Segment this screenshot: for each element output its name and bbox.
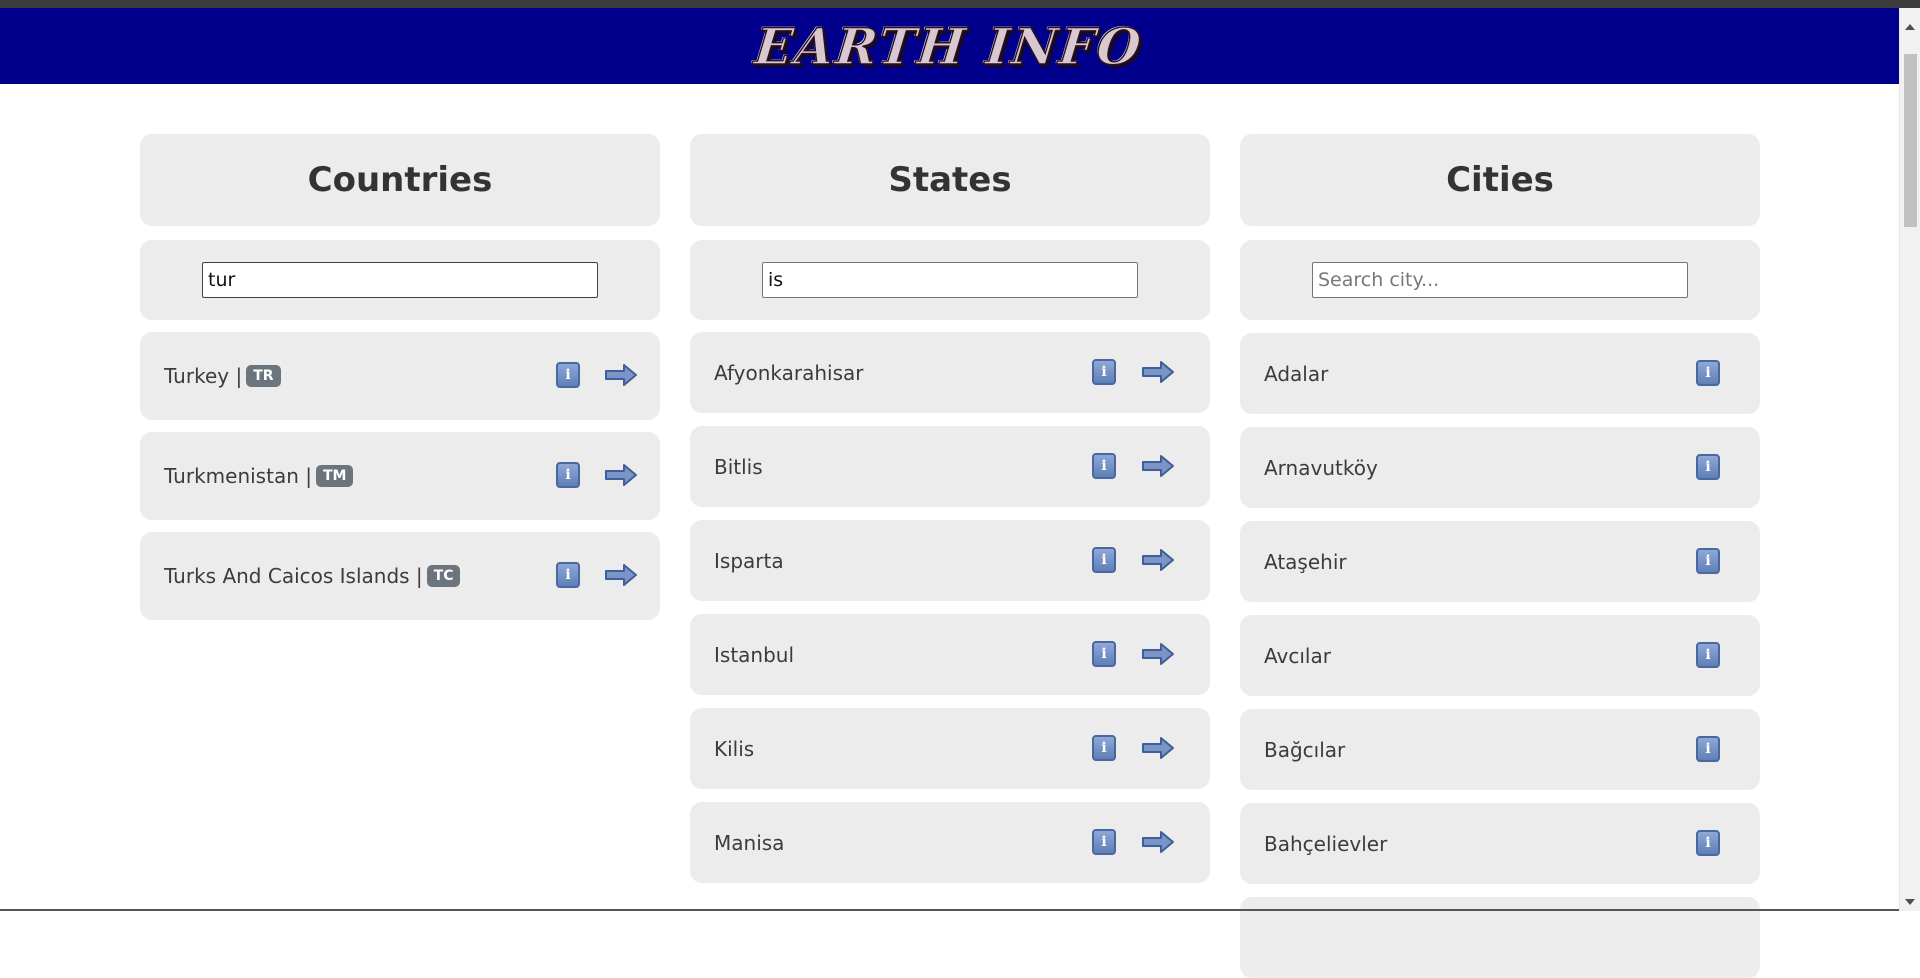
window-top-border [0,0,1920,8]
state-name: Isparta [714,549,784,573]
info-icon[interactable]: i [1696,454,1720,480]
info-icon[interactable]: i [1092,547,1116,573]
city-name: Bağcılar [1264,738,1345,762]
cities-search-panel [1240,240,1760,320]
states-search-panel [690,240,1210,320]
info-icon[interactable]: i [1092,735,1116,761]
state-name: Afyonkarahisar [714,361,864,385]
state-search-input[interactable] [762,262,1138,298]
info-icon[interactable]: i [556,562,580,588]
country-name: Turks And Caicos Islands | [164,564,423,588]
countries-search-panel [140,240,660,320]
site-header: EARTH INFO [0,8,1899,84]
state-item[interactable]: Kilis i [690,708,1210,789]
info-icon[interactable]: i [1696,360,1720,386]
country-item-turkmenistan[interactable]: Turkmenistan | TM i [140,432,660,520]
state-item[interactable]: Isparta i [690,520,1210,601]
countries-column: Countries Turkey | TR i Turkmenistan | T… [140,134,660,620]
city-item[interactable]: Bahçelievler i [1240,803,1760,884]
country-name: Turkey | [164,364,242,388]
city-item[interactable]: Avcılar i [1240,615,1760,696]
state-item[interactable]: Manisa i [690,802,1210,883]
countries-list: Turkey | TR i Turkmenistan | TM i Turks … [140,332,660,620]
states-list: Afyonkarahisar i Bitlis i Isparta i Ista… [690,332,1210,883]
city-item[interactable]: Arnavutköy i [1240,427,1760,508]
arrow-right-icon[interactable] [604,562,638,588]
info-icon[interactable]: i [1696,736,1720,762]
scroll-up-icon[interactable] [1905,24,1915,30]
info-icon[interactable]: i [556,362,580,388]
state-name: Istanbul [714,643,794,667]
scrollbar-thumb[interactable] [1904,54,1917,227]
city-name: Adalar [1264,362,1328,386]
city-name: Arnavutköy [1264,456,1378,480]
arrow-right-icon[interactable] [1141,829,1175,855]
info-icon[interactable]: i [556,462,580,488]
arrow-right-icon[interactable] [604,362,638,388]
arrow-right-icon[interactable] [1141,735,1175,761]
city-item[interactable]: Adalar i [1240,333,1760,414]
city-name: Bahçelievler [1264,832,1387,856]
info-icon[interactable]: i [1696,548,1720,574]
city-item[interactable]: Ataşehir i [1240,521,1760,602]
countries-title: Countries [308,160,493,200]
states-title: States [888,160,1011,200]
cities-column: Cities Adalar i Arnavutköy i Ataşehir i … [1240,134,1760,978]
country-code-badge: TR [246,365,280,387]
arrow-right-icon[interactable] [1141,359,1175,385]
country-code-badge: TC [427,565,461,587]
states-title-panel: States [690,134,1210,226]
earth-info-logo[interactable]: EARTH INFO [752,17,1146,76]
arrow-right-icon[interactable] [1141,547,1175,573]
cities-title-panel: Cities [1240,134,1760,226]
states-column: States Afyonkarahisar i Bitlis i Isparta… [690,134,1210,883]
state-name: Bitlis [714,455,763,479]
state-item[interactable]: Istanbul i [690,614,1210,695]
info-icon[interactable]: i [1696,642,1720,668]
vertical-scrollbar[interactable] [1899,8,1920,911]
scroll-down-icon[interactable] [1905,899,1915,905]
country-item-turks-and-caicos[interactable]: Turks And Caicos Islands | TC i [140,532,660,620]
arrow-right-icon[interactable] [1141,641,1175,667]
state-item[interactable]: Bitlis i [690,426,1210,507]
country-item-turkey[interactable]: Turkey | TR i [140,332,660,420]
info-icon[interactable]: i [1092,359,1116,385]
city-name: Avcılar [1264,644,1331,668]
country-name: Turkmenistan | [164,464,312,488]
cities-list: Adalar i Arnavutköy i Ataşehir i Avcılar… [1240,333,1760,978]
arrow-right-icon[interactable] [1141,453,1175,479]
info-icon[interactable]: i [1092,829,1116,855]
info-icon[interactable]: i [1092,641,1116,667]
city-search-input[interactable] [1312,262,1688,298]
city-item[interactable]: Bağcılar i [1240,709,1760,790]
arrow-right-icon[interactable] [604,462,638,488]
city-name: Ataşehir [1264,550,1347,574]
state-name: Kilis [714,737,754,761]
countries-title-panel: Countries [140,134,660,226]
country-search-input[interactable] [202,262,598,298]
state-item[interactable]: Afyonkarahisar i [690,332,1210,413]
cities-title: Cities [1446,160,1554,200]
state-name: Manisa [714,831,784,855]
info-icon[interactable]: i [1696,830,1720,856]
info-icon[interactable]: i [1092,453,1116,479]
country-code-badge: TM [316,465,353,487]
